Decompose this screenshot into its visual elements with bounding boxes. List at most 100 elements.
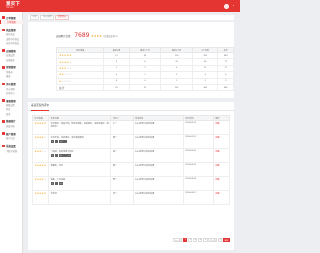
action-cell[interactable]: 回复 (212, 190, 231, 205)
count-cell: 47 (128, 83, 162, 92)
reviewer-cell: 晴** (110, 134, 134, 149)
sidebar-item[interactable]: 订单管理 (0, 20, 23, 25)
rating-cell: ★★★★★ (31, 190, 50, 205)
menu-icon (2, 144, 5, 148)
product-cell: 2016新款女装连衣裙 (132, 134, 184, 149)
page-jump-button[interactable]: 确定 (223, 238, 230, 242)
count-cell: 16 (103, 83, 130, 92)
action-cell[interactable]: 回复 (212, 120, 231, 135)
menu-icon (2, 28, 5, 32)
user-menu[interactable]: ▾ (223, 3, 234, 9)
comment-cell: 宝贝很好，质量不错，物流也很快，包装很好，卖家态度好，推荐购买！ (48, 120, 112, 135)
table-row: ★★★★★ 满意，下次还来 雪** 2016新款女装连衣裙 2016-08-08 回复 (31, 176, 231, 191)
page-jump-input[interactable]: 1 (217, 238, 223, 242)
comment-cell: 宝贝不错，包装很好，发货速度很快 (48, 134, 112, 149)
sidebar-group-label: 营销管理 (6, 66, 16, 70)
top-bar: 爱买下 PINGJIA ▾ (0, 0, 240, 12)
photo-thumbnail[interactable] (58, 181, 63, 186)
credit-star-icons: ★★★★ (91, 33, 102, 38)
photo-thumbnail[interactable] (58, 153, 63, 158)
table-row: ★★★★★ 宝贝很好，质量不错，物流也很快，包装很好，卖家态度好，推荐购买！ 小**… (31, 120, 231, 135)
photo-thumbnail[interactable] (58, 139, 63, 144)
sidebar-item[interactable]: 店铺装修 (0, 57, 23, 62)
sidebar-group-label: 订单管理 (6, 16, 16, 20)
reviews-tab[interactable]: 来自买家的评价 (31, 102, 50, 111)
sidebar-group-label: 账户管理 (6, 132, 16, 136)
star-rating-icons: ★★★★★ (59, 66, 72, 70)
sidebar-group-label: 数据统计 (6, 120, 16, 124)
sidebar-item[interactable]: 投诉 (0, 112, 23, 116)
prev-page-button[interactable]: 上一页 (173, 238, 183, 242)
sidebar-group: 账户管理 账户信息 (0, 131, 23, 140)
comment-text: 满意，下次还来 (50, 179, 66, 181)
photo-thumbnail[interactable] (50, 181, 55, 186)
star-rating-icons: ★★★★★ (34, 164, 47, 167)
breadcrumb-home[interactable]: 首页 (30, 14, 40, 21)
sidebar-group: 数据统计 流量分析 (0, 119, 23, 128)
sidebar: 订单管理 订单管理 商品管理 发布商品 出售中的商品 仓库中的商品 店铺管理 店铺设置 店铺装修… (0, 12, 23, 253)
action-cell[interactable]: 回复 (212, 176, 231, 191)
sidebar-group: 评价管理 评价管理 信用评价 (0, 81, 23, 95)
page-number-button[interactable]: 4 (198, 238, 203, 242)
sidebar-group-label: 评价管理 (6, 82, 16, 86)
photo-thumbnail[interactable] (54, 139, 59, 144)
comment-photos (50, 153, 109, 158)
comment-text: 一般吧，没有想象中的好 (50, 151, 74, 153)
logo-subtitle: PINGJIA (6, 7, 14, 10)
menu-icon (2, 82, 5, 86)
sidebar-item[interactable]: 信用评价 (0, 91, 23, 95)
photo-thumbnail[interactable] (67, 153, 71, 158)
count-cell: 308 (191, 83, 219, 92)
star-rating-icons: ★★★★★ (34, 150, 47, 153)
page-number-button[interactable]: 2 (188, 238, 193, 242)
star-rating-icons: ★★★★★ (59, 60, 72, 64)
sidebar-item[interactable]: 仓库中的商品 (0, 41, 23, 45)
sidebar-group-label: 店铺管理 (6, 49, 16, 53)
reviewer-cell: 琳** (110, 162, 134, 177)
rating-cell: ★★★★★ (31, 162, 50, 177)
count-cell: 480 (217, 83, 234, 92)
next-page-button[interactable]: 下一页 (208, 238, 218, 242)
comment-cell: 很喜欢，好评 (48, 162, 112, 177)
reviews-table: 评价等级 评论内容 评价人 宝贝信息 评价时间 操作 ★★★★★ 宝贝很好，质量不错，物流也… (31, 115, 231, 205)
star-rating-icons: ★★★★★ (59, 73, 72, 77)
breadcrumb-current[interactable]: 信用评价 (55, 14, 69, 21)
sidebar-item[interactable]: 满减 (0, 74, 23, 78)
action-cell[interactable]: 回复 (212, 134, 231, 149)
product-cell: 2016新款女装连衣裙 (132, 120, 184, 135)
photo-thumbnail[interactable] (63, 139, 67, 144)
action-cell[interactable]: 回复 (212, 148, 231, 163)
time-cell: 2016-08-10 (182, 148, 214, 163)
page-number-button[interactable]: 1 (183, 238, 188, 242)
breadcrumb-section[interactable]: 评价管理 (40, 14, 55, 21)
sidebar-item[interactable]: 流量分析 (0, 124, 23, 128)
sidebar-item[interactable]: 账户信息 (0, 136, 23, 140)
comment-text: 非常好 (50, 193, 57, 195)
credit-score-label: 店铺累计信誉： (56, 34, 73, 38)
photo-thumbnail[interactable] (50, 153, 55, 158)
sidebar-group: 店铺管理 店铺设置 店铺装修 (0, 48, 23, 62)
photo-thumbnail[interactable] (63, 153, 67, 158)
photo-thumbnail[interactable] (54, 153, 59, 158)
photo-thumbnail[interactable] (50, 139, 55, 144)
rating-stats-table: 评价等级 最近1周 最近1个月 最近6个月 6个月前 总计 ★★★★★ 12 36 118 245… (55, 47, 234, 92)
photo-thumbnail[interactable] (54, 181, 59, 186)
page-number-button[interactable]: 3 (193, 238, 198, 242)
time-cell: 2016-08-12 (182, 120, 214, 135)
table-row: 总计 16 47 152 308 480 (55, 83, 234, 92)
star-rating-icons: ★★★★★ (59, 79, 72, 83)
logo[interactable]: 爱买下 (6, 2, 20, 7)
sidebar-group: 营销管理 优惠券 满减 (0, 65, 23, 79)
action-cell[interactable]: 回复 (212, 162, 231, 177)
reviewer-cell: 萍** (110, 190, 134, 205)
chevron-down-icon[interactable]: ▾ (233, 5, 234, 7)
sidebar-item[interactable]: 子账号管理 (0, 149, 23, 153)
page-number-button[interactable]: 5 (203, 238, 208, 242)
comment-cell: 非常好 (48, 190, 112, 205)
time-cell: 2016-08-09 (182, 162, 214, 177)
avatar[interactable] (223, 3, 229, 9)
count-cell: 152 (160, 83, 193, 92)
credit-summary-panel: 店铺累计信誉： 7689 ★★★★ (升级还差多少) 评价等级 最近1周 最近1个月… (28, 22, 234, 98)
rating-cell: ★★★★★ (31, 120, 50, 135)
menu-icon (2, 49, 5, 52)
